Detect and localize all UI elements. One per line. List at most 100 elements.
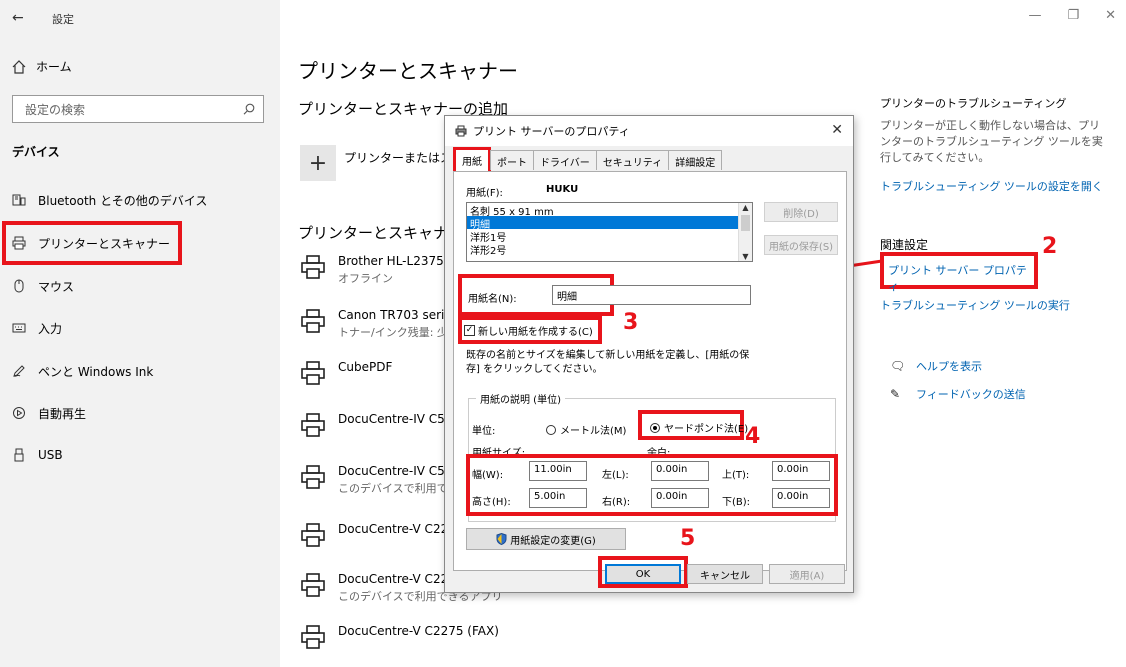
printer-icon <box>301 625 325 649</box>
sidebar-item-usb[interactable]: USB <box>12 443 262 467</box>
sidebar-item-pen[interactable]: ペンと Windows Ink <box>12 359 262 383</box>
sidebar-item-label: 入力 <box>38 321 63 336</box>
imperial-label: ヤードポンド法(E) <box>664 424 749 435</box>
print-server-properties-link[interactable]: プリント サーバー プロパティ <box>880 252 1038 293</box>
shield-icon <box>496 533 507 545</box>
scroll-up-icon[interactable]: ▲ <box>739 203 752 212</box>
printer-icon <box>301 309 325 333</box>
printer-icon <box>301 523 325 547</box>
tab-drivers[interactable]: ドライバー <box>533 150 597 170</box>
annotation-3: 3 <box>623 310 639 335</box>
width-label: 幅(W): <box>472 470 504 481</box>
settings-search-input[interactable]: 設定の検索 <box>12 95 264 123</box>
bottom-margin-input[interactable]: 0.00in <box>772 488 830 508</box>
printer-name: DocuCentre-V C2275 (FAX) <box>338 624 499 638</box>
dialog-tabs: 用紙 ポート ドライバー セキュリティ 詳細設定 <box>453 147 723 171</box>
sidebar-item-printers[interactable]: プリンターとスキャナー <box>2 221 182 265</box>
width-input[interactable]: 11.00in <box>529 461 587 481</box>
tab-advanced[interactable]: 詳細設定 <box>668 150 723 170</box>
height-label: 高さ(H): <box>472 497 511 508</box>
printer-icon <box>301 361 325 385</box>
annotation-5: 5 <box>680 526 696 551</box>
printer-icon <box>301 573 325 597</box>
bluetooth-devices-icon <box>12 194 26 206</box>
save-paper-button[interactable]: 用紙の保存(S) <box>764 235 838 255</box>
paper-listbox[interactable]: 名刺 55 x 91 mm 明細 洋形1号 洋形2号 ▲ ▼ <box>466 202 753 262</box>
printer-item[interactable]: DocuCentre-IV C5 このデバイスで利用て <box>300 464 448 496</box>
help-link[interactable]: ヘルプを表示 <box>916 358 982 374</box>
left-margin-input[interactable]: 0.00in <box>651 461 709 481</box>
window-controls: — ❐ ✕ <box>1028 8 1116 23</box>
printer-item[interactable]: CubePDF <box>300 360 392 386</box>
section-title-devices: デバイス <box>12 145 60 159</box>
metric-radio[interactable]: メートル法(M) <box>546 422 626 437</box>
sidebar-item-input[interactable]: 入力 <box>12 316 262 340</box>
help-text: 既存の名前とサイズを編集して新しい用紙を定義し、[用紙の保存] をクリックしてく… <box>466 350 750 375</box>
dialog-close-icon[interactable]: ✕ <box>831 122 843 138</box>
feedback-link[interactable]: フィードバックの送信 <box>916 386 1026 402</box>
maximize-icon[interactable]: ❐ <box>1067 8 1079 23</box>
paper-list-item[interactable]: 洋形2号 <box>467 242 752 257</box>
printer-item[interactable]: DocuCentre-IV C5 <box>300 412 445 438</box>
delete-button[interactable]: 削除(D) <box>764 202 838 222</box>
back-arrow-icon[interactable]: ← <box>12 10 24 26</box>
sidebar-item-label: ペンと Windows Ink <box>38 364 154 379</box>
top-margin-input[interactable]: 0.00in <box>772 461 830 481</box>
ok-button[interactable]: OK <box>605 564 681 584</box>
sidebar-item-label: Bluetooth とその他のデバイス <box>38 193 208 208</box>
tab-paper[interactable]: 用紙 <box>453 147 491 171</box>
top-margin-label: 上(T): <box>722 470 750 481</box>
sidebar-item-label: プリンターとスキャナー <box>38 236 171 251</box>
printer-icon <box>301 413 325 437</box>
autoplay-icon <box>13 407 25 419</box>
minimize-icon[interactable]: — <box>1028 8 1041 23</box>
apply-button[interactable]: 適用(A) <box>769 564 845 584</box>
create-new-paper-checkbox[interactable]: ✓ 新しい用紙を作成する(C) <box>464 323 593 338</box>
printer-status: オフライン <box>338 272 393 285</box>
scroll-down-icon[interactable]: ▼ <box>739 252 752 261</box>
sidebar-item-bluetooth[interactable]: Bluetooth とその他のデバイス <box>12 188 262 212</box>
cancel-button[interactable]: キャンセル <box>687 564 763 584</box>
listbox-scrollbar[interactable]: ▲ ▼ <box>738 203 752 261</box>
troubleshoot-settings-link[interactable]: トラブルシューティング ツールの設定を開く <box>880 178 1103 194</box>
scroll-thumb[interactable] <box>741 215 750 231</box>
imperial-radio[interactable]: ヤードポンド法(E) <box>650 420 748 435</box>
create-new-label: 新しい用紙を作成する(C) <box>478 327 593 338</box>
sidebar-home[interactable]: ホーム <box>12 58 72 75</box>
search-icon <box>243 103 255 115</box>
tab-security[interactable]: セキュリティ <box>595 150 670 170</box>
right-margin-input[interactable]: 0.00in <box>651 488 709 508</box>
printer-item[interactable]: DocuCentre-V C22 <box>300 522 448 548</box>
page-title: プリンターとスキャナー <box>298 59 518 83</box>
change-paper-settings-button[interactable]: 用紙設定の変更(G) <box>466 528 626 550</box>
paper-description-group-label: 用紙の説明 (単位) <box>476 391 565 406</box>
window-title: 設定 <box>52 13 74 26</box>
sidebar-item-autoplay[interactable]: 自動再生 <box>12 401 262 425</box>
height-input[interactable]: 5.00in <box>529 488 587 508</box>
printer-name: Brother HL-L2375 <box>338 254 444 268</box>
bottom-margin-label: 下(B): <box>722 497 751 508</box>
print-server-properties-dialog: プリント サーバーのプロパティ ✕ 用紙 ポート ドライバー セキュリティ 詳細… <box>444 115 854 593</box>
run-troubleshooter-link[interactable]: トラブルシューティング ツールの実行 <box>880 297 1070 313</box>
printer-item[interactable]: Canon TR703 seri トナー/インク残量: 少 <box>300 308 448 340</box>
radio-metric-icon <box>546 424 556 435</box>
feedback-link-row[interactable]: ✎ フィードバックの送信 <box>890 386 1026 402</box>
close-icon[interactable]: ✕ <box>1105 8 1116 23</box>
printer-item[interactable]: DocuCentre-V C2275 (FAX) <box>300 624 499 650</box>
printer-item[interactable]: Brother HL-L2375 オフライン <box>300 254 444 286</box>
paper-label: 用紙(F): <box>466 188 503 199</box>
tab-ports[interactable]: ポート <box>490 150 534 170</box>
add-printer-button[interactable]: + <box>300 145 336 181</box>
pen-icon <box>13 365 25 377</box>
paper-name-input[interactable]: 明細 <box>552 285 751 305</box>
paper-list-item[interactable]: 名刺 55 x 91 mm <box>467 203 752 218</box>
paper-list-item[interactable]: 洋形1号 <box>467 229 752 244</box>
paper-name-label: 用紙名(N): <box>468 294 517 305</box>
sidebar-item-mouse[interactable]: マウス <box>12 274 262 298</box>
annotation-2: 2 <box>1042 234 1058 259</box>
help-link-row[interactable]: 🗨 ヘルプを表示 <box>890 358 982 374</box>
sidebar-item-label: マウス <box>38 279 75 294</box>
printer-status: トナー/インク残量: 少 <box>338 326 448 339</box>
paper-tab-panel: 用紙(F): HUKU 名刺 55 x 91 mm 明細 洋形1号 洋形2号 ▲ ▼ … <box>453 171 847 571</box>
search-placeholder: 設定の検索 <box>25 102 86 117</box>
